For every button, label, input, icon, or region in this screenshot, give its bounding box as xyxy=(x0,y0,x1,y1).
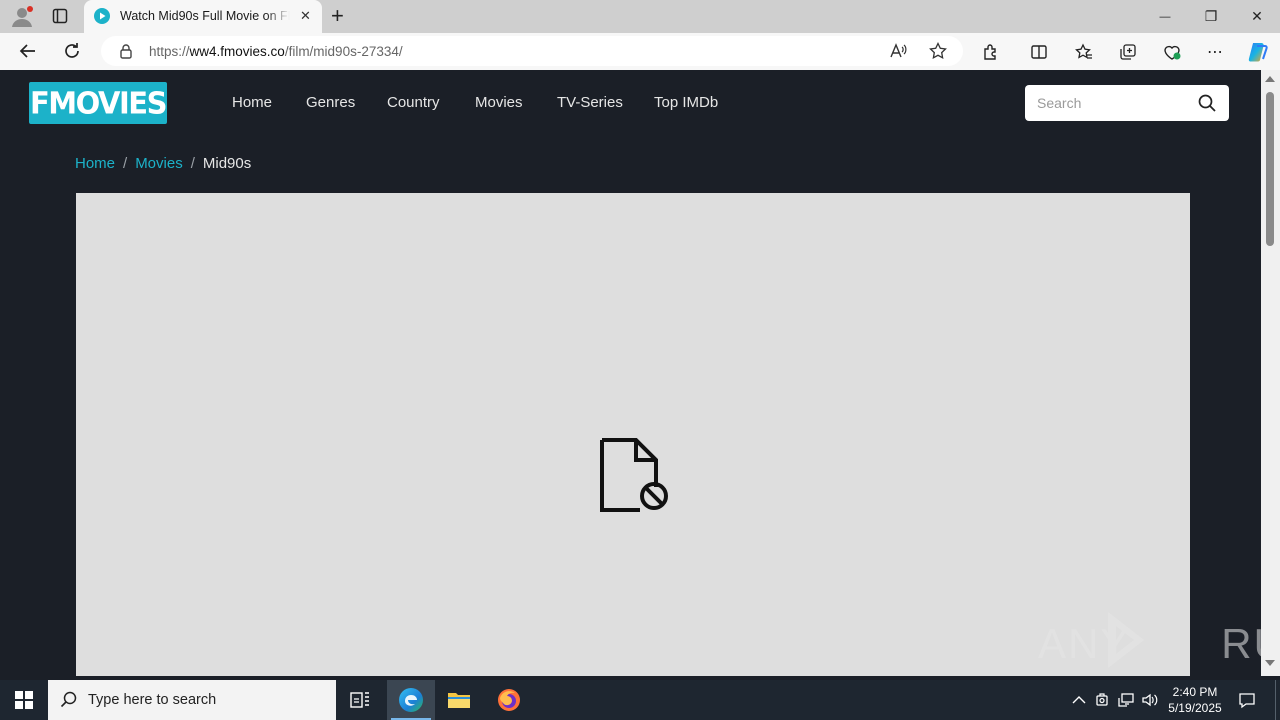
more-options-icon[interactable]: ⋯ xyxy=(1204,41,1226,63)
taskbar-search-placeholder: Type here to search xyxy=(88,692,217,708)
clock-date: 5/19/2025 xyxy=(1168,701,1222,715)
nav-country[interactable]: Country xyxy=(387,94,440,111)
restore-button[interactable]: ❐ xyxy=(1188,0,1234,33)
back-icon[interactable] xyxy=(17,40,39,62)
show-hidden-icons-chevron[interactable] xyxy=(1070,690,1088,710)
search-icon[interactable] xyxy=(1197,93,1217,113)
favorites-icon[interactable] xyxy=(1073,41,1095,63)
close-tab-icon[interactable]: ✕ xyxy=(300,8,311,24)
extensions-icon[interactable] xyxy=(980,41,1002,63)
tab-title: Watch Mid90s Full Movie on FMovies xyxy=(120,9,290,23)
meet-now-icon[interactable] xyxy=(1094,690,1112,710)
close-window-button[interactable]: ✕ xyxy=(1234,0,1280,33)
nav-genres[interactable]: Genres xyxy=(306,94,355,111)
file-explorer-icon[interactable] xyxy=(435,680,483,720)
lock-icon[interactable] xyxy=(119,43,133,59)
notifications-icon[interactable] xyxy=(1238,690,1256,710)
blocked-content-icon xyxy=(598,438,670,514)
browser-toolbar: https://ww4.fmovies.co/film/mid90s-27334… xyxy=(0,33,1280,94)
breadcrumb-current: Mid90s xyxy=(202,155,252,172)
search-input[interactable] xyxy=(1025,85,1191,121)
active-tab[interactable]: Watch Mid90s Full Movie on FMovies ✕ xyxy=(84,0,322,33)
tab-actions-icon[interactable] xyxy=(52,8,68,24)
new-tab-button[interactable]: + xyxy=(331,3,344,29)
profile-icon[interactable] xyxy=(10,5,34,29)
web-page: FMOVIES Home Genres Country Movies TV-Se… xyxy=(4,70,1261,676)
scroll-thumb[interactable] xyxy=(1266,92,1274,246)
breadcrumb-separator: / xyxy=(190,155,195,172)
nav-home[interactable]: Home xyxy=(232,94,272,111)
scroll-down-arrow[interactable] xyxy=(1265,660,1275,666)
search-icon xyxy=(60,691,78,709)
system-clock[interactable]: 2:40 PM 5/19/2025 xyxy=(1160,684,1230,716)
refresh-icon[interactable] xyxy=(61,40,83,62)
url-text[interactable]: https://ww4.fmovies.co/film/mid90s-27334… xyxy=(149,44,403,59)
taskbar-search[interactable]: Type here to search xyxy=(48,680,336,720)
minimize-button[interactable]: — xyxy=(1142,0,1188,33)
site-header: FMOVIES Home Genres Country Movies TV-Se… xyxy=(4,70,1261,138)
breadcrumb-home[interactable]: Home xyxy=(75,155,115,172)
breadcrumb: Home / Movies / Mid90s xyxy=(75,155,251,172)
windows-start-icon[interactable] xyxy=(0,680,48,720)
site-search xyxy=(1025,85,1229,121)
volume-icon[interactable] xyxy=(1141,690,1159,710)
breadcrumb-separator: / xyxy=(123,155,128,172)
nav-top-imdb[interactable]: Top IMDb xyxy=(654,94,718,111)
split-screen-icon[interactable] xyxy=(1028,41,1050,63)
collections-icon[interactable] xyxy=(1117,41,1139,63)
firefox-icon[interactable] xyxy=(485,680,533,720)
breadcrumb-movies[interactable]: Movies xyxy=(135,155,183,172)
taskbar: Type here to search 2:40 PM 5/19/2025 xyxy=(0,680,1280,720)
edge-taskbar-icon[interactable] xyxy=(387,680,435,720)
task-view-icon[interactable] xyxy=(336,680,384,720)
copilot-icon[interactable] xyxy=(1246,40,1270,64)
nav-movies[interactable]: Movies xyxy=(475,94,523,111)
site-logo[interactable]: FMOVIES xyxy=(29,82,167,124)
network-icon[interactable] xyxy=(1117,690,1135,710)
clock-time: 2:40 PM xyxy=(1172,685,1218,699)
scroll-up-arrow[interactable] xyxy=(1265,76,1275,82)
video-player-frame[interactable] xyxy=(76,193,1190,676)
site-favicon xyxy=(94,8,110,24)
nav-tv-series[interactable]: TV-Series xyxy=(557,94,623,111)
read-aloud-icon[interactable] xyxy=(889,42,907,60)
favorite-star-icon[interactable] xyxy=(929,41,947,60)
address-bar[interactable]: https://ww4.fmovies.co/film/mid90s-27334… xyxy=(101,36,963,66)
page-scrollbar[interactable] xyxy=(1261,70,1280,676)
anyrun-watermark: ANY RUN xyxy=(1036,608,1280,672)
show-desktop-button[interactable] xyxy=(1275,680,1280,720)
browser-tab-bar: Watch Mid90s Full Movie on FMovies ✕ + —… xyxy=(0,0,1280,33)
watermark-text: ANY RUN xyxy=(1038,620,1280,667)
browser-essentials-icon[interactable] xyxy=(1161,41,1183,63)
